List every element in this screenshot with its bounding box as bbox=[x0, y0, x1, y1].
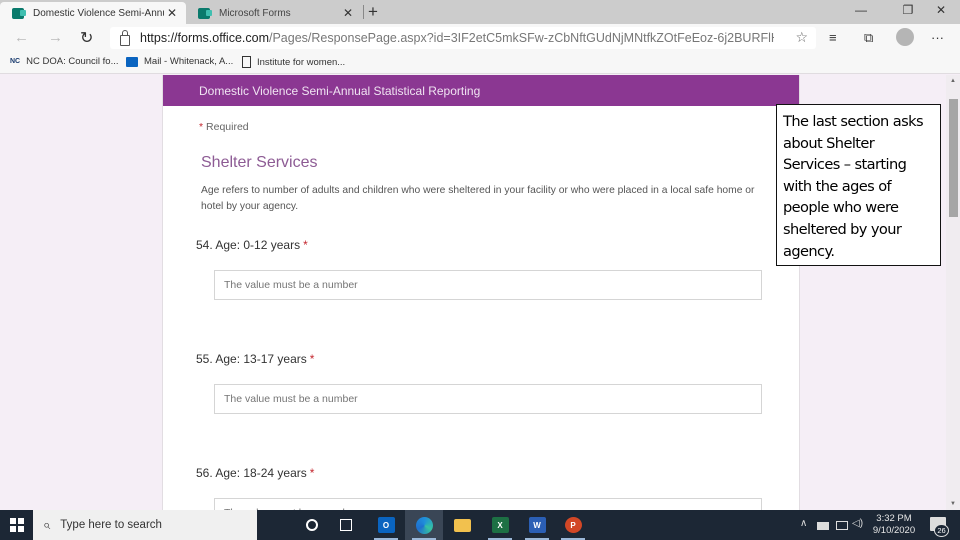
word-icon: W bbox=[528, 517, 546, 533]
url-host: https://forms.office.com bbox=[140, 31, 269, 45]
tab-domestic-violence[interactable]: Domestic Violence Semi-Annual ✕ bbox=[0, 2, 186, 24]
taskbar-word[interactable]: W bbox=[518, 510, 556, 540]
page-scrollbar[interactable]: ▲ ▼ bbox=[946, 75, 960, 510]
age-13-17-input[interactable] bbox=[214, 384, 762, 414]
outlook-icon bbox=[126, 56, 138, 67]
taskbar-powerpoint[interactable]: P bbox=[554, 510, 592, 540]
taskbar-clock[interactable]: 3:32 PM 9/10/2020 bbox=[866, 513, 922, 537]
favorite-institute[interactable]: Institute for women... bbox=[242, 56, 345, 68]
favorite-star-icon[interactable]: ☆ bbox=[795, 29, 808, 46]
cortana-icon bbox=[306, 519, 318, 531]
collections-icon[interactable]: ⧉ bbox=[864, 30, 873, 46]
section-description: Age refers to number of adults and child… bbox=[201, 185, 755, 212]
forms-icon bbox=[12, 7, 26, 19]
required-asterisk: * bbox=[303, 238, 308, 252]
tab-title: Domestic Violence Semi-Annual bbox=[33, 7, 164, 19]
favorite-mail[interactable]: Mail - Whitenack, A... bbox=[126, 56, 233, 67]
cortana-button[interactable] bbox=[293, 510, 331, 540]
url-path: /Pages/ResponsePage.aspx?id=3IF2etC5mkSF… bbox=[268, 31, 774, 45]
windows-logo-pane bbox=[10, 518, 16, 524]
clock-time: 3:32 PM bbox=[876, 513, 912, 524]
section-title: Shelter Services bbox=[201, 154, 318, 171]
taskbar-excel[interactable]: X bbox=[481, 510, 519, 540]
restore-button[interactable]: ❐ bbox=[893, 3, 923, 17]
task-view-icon bbox=[340, 519, 352, 531]
close-tab-icon[interactable]: ✕ bbox=[164, 6, 180, 20]
tab-separator bbox=[363, 5, 364, 19]
task-view-button[interactable] bbox=[327, 510, 365, 540]
tab-microsoft-forms[interactable]: Microsoft Forms ✕ bbox=[186, 2, 362, 24]
form-card: Domestic Violence Semi-Annual Statistica… bbox=[162, 75, 800, 510]
page-icon bbox=[242, 56, 251, 68]
edge-icon bbox=[415, 516, 433, 534]
new-tab-button[interactable]: + bbox=[368, 2, 378, 22]
question-label: 54. Age: 0-12 years bbox=[196, 238, 301, 252]
callout-annotation: The last section asks about Shelter Serv… bbox=[776, 104, 941, 266]
form-banner-title: Domestic Violence Semi-Annual Statistica… bbox=[163, 75, 799, 106]
refresh-button[interactable]: ↻ bbox=[80, 28, 93, 48]
required-asterisk: * bbox=[309, 352, 315, 366]
required-asterisk: * bbox=[309, 466, 315, 480]
windows-logo-pane bbox=[10, 526, 16, 532]
favorite-label: Mail - Whitenack, A... bbox=[144, 56, 234, 67]
address-bar[interactable]: https://forms.office.com /Pages/Response… bbox=[110, 27, 816, 49]
taskbar-file-explorer[interactable] bbox=[443, 510, 481, 540]
tab-title: Microsoft Forms bbox=[219, 7, 291, 19]
minimize-button[interactable]: — bbox=[846, 3, 876, 17]
powerpoint-icon: P bbox=[564, 517, 582, 533]
windows-start-button[interactable] bbox=[10, 518, 24, 532]
question-55: 55. Age: 13-17 years * bbox=[196, 352, 314, 366]
browser-tab-bar: Domestic Violence Semi-Annual ✕ Microsof… bbox=[0, 0, 960, 24]
favorite-label: Institute for women... bbox=[257, 56, 346, 68]
clock-date: 9/10/2020 bbox=[872, 525, 916, 536]
required-note: * Required bbox=[199, 121, 249, 133]
scroll-up-arrow-icon[interactable]: ▲ bbox=[946, 78, 960, 84]
forward-button[interactable]: → bbox=[48, 29, 63, 46]
search-icon: ⌕ bbox=[43, 517, 51, 532]
windows-logo-pane bbox=[18, 518, 24, 524]
taskbar-edge[interactable] bbox=[405, 510, 443, 540]
question-54: 54. Age: 0-12 years * bbox=[196, 238, 308, 252]
network-icon[interactable] bbox=[836, 521, 848, 530]
question-label: 55. Age: 13-17 years bbox=[196, 352, 307, 366]
favorites-bar: NC NC DOA: Council fo... Mail - Whitenac… bbox=[0, 52, 960, 74]
windows-logo-pane bbox=[18, 526, 24, 532]
scroll-thumb[interactable] bbox=[949, 99, 958, 217]
nc-logo-icon: NC bbox=[10, 58, 21, 65]
search-placeholder: Type here to search bbox=[60, 519, 162, 531]
question-label: 56. Age: 18-24 years bbox=[196, 466, 307, 480]
folder-icon bbox=[453, 518, 471, 532]
battery-icon[interactable] bbox=[817, 522, 829, 530]
favorite-nc-doa[interactable]: NC NC DOA: Council fo... bbox=[10, 56, 119, 67]
question-56: 56. Age: 18-24 years * bbox=[196, 466, 314, 480]
favorites-list-icon[interactable]: ≡ bbox=[829, 30, 837, 45]
outlook-icon: O bbox=[377, 517, 395, 533]
more-menu-icon[interactable]: ··· bbox=[931, 30, 944, 45]
forms-icon bbox=[198, 7, 212, 19]
windows-taskbar: ⌕ Type here to search O X W P ∧ ◁) 3:32 … bbox=[0, 510, 960, 540]
address-toolbar: ← → ↻ https://forms.office.com /Pages/Re… bbox=[0, 24, 960, 52]
age-0-12-input[interactable] bbox=[214, 270, 762, 300]
required-label: Required bbox=[206, 121, 249, 133]
notification-count-badge: 26 bbox=[934, 524, 949, 537]
excel-icon: X bbox=[491, 517, 509, 533]
taskbar-search-box[interactable]: ⌕ Type here to search bbox=[33, 510, 257, 540]
close-tab-icon[interactable]: ✕ bbox=[340, 6, 356, 20]
required-asterisk: * bbox=[199, 121, 204, 133]
favorite-label: NC DOA: Council fo... bbox=[26, 56, 119, 67]
scroll-down-arrow-icon[interactable]: ▼ bbox=[946, 501, 960, 507]
age-18-24-input[interactable] bbox=[214, 498, 762, 510]
lock-icon bbox=[120, 29, 130, 46]
volume-icon[interactable]: ◁) bbox=[852, 518, 863, 529]
taskbar-outlook[interactable]: O bbox=[367, 510, 405, 540]
profile-avatar[interactable] bbox=[896, 28, 914, 46]
show-hidden-icons-chevron[interactable]: ∧ bbox=[800, 518, 807, 529]
close-window-button[interactable]: ✕ bbox=[926, 3, 956, 17]
back-button[interactable]: ← bbox=[14, 29, 29, 46]
